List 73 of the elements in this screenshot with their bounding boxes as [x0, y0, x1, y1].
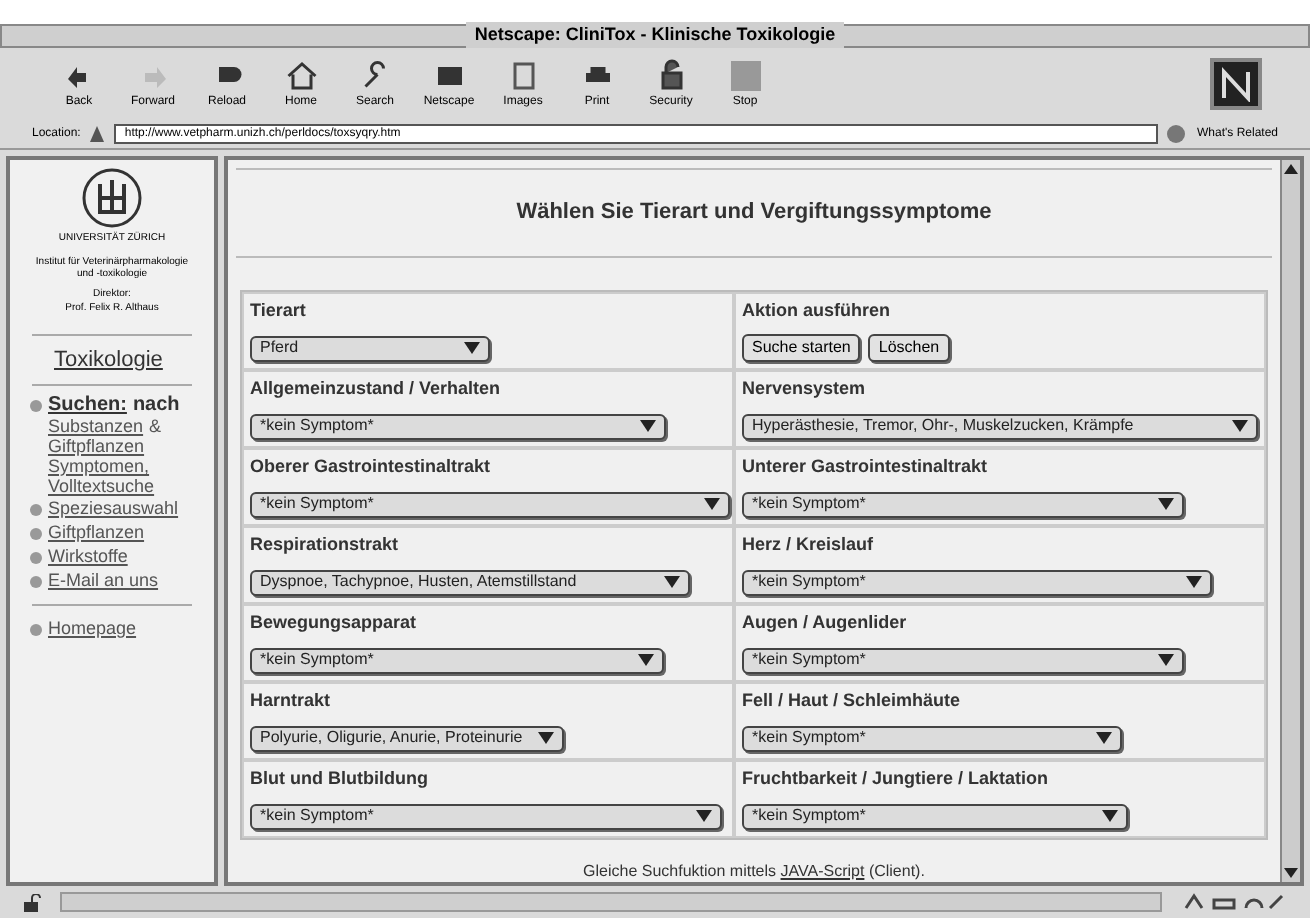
dropdown[interactable]: Hyperästhesie, Tremor, Ohr-, Muskelzucken, Krämpfe	[742, 413, 1258, 439]
field-label: Fell / Haut / Schleimhäute	[742, 689, 963, 709]
field-label: Bewegungsapparat	[250, 611, 419, 631]
dropdown-arrow-icon	[1158, 654, 1174, 666]
bullet-icon	[30, 552, 42, 564]
dropdown[interactable]: *kein Symptom*	[250, 491, 730, 517]
footer-note: Gleiche Suchfuktion mittels JAVA-Script (Client).	[581, 859, 927, 883]
dropdown[interactable]: *kein Symptom*	[742, 803, 1128, 829]
nav-sublink[interactable]: Symptomen,	[48, 456, 150, 476]
padlock-icon	[24, 893, 44, 911]
dropdown-arrow-icon	[1102, 810, 1118, 822]
field-label: Unterer Gastrointestinaltrakt	[742, 455, 990, 475]
dropdown-arrow-icon	[1158, 498, 1174, 510]
scroll-down-icon	[1282, 864, 1300, 882]
bullet-icon	[30, 400, 42, 412]
bullet-icon	[30, 624, 42, 636]
dropdown-arrow-icon	[696, 810, 712, 822]
scroll-up-icon	[1282, 160, 1300, 178]
field-label: Oberer Gastrointestinaltrakt	[250, 455, 493, 475]
dropdown[interactable]: Pferd	[250, 335, 490, 361]
dropdown-arrow-icon	[538, 732, 554, 744]
field-label: Blut und Blutbildung	[250, 767, 430, 787]
dropdown[interactable]: Polyurie, Oligurie, Anurie, Proteinurie	[250, 725, 564, 751]
dropdown-arrow-icon	[704, 498, 720, 510]
dropdown[interactable]: *kein Symptom*	[742, 491, 1184, 517]
field-label: Aktion ausführen	[742, 299, 893, 319]
nav-link[interactable]: Suchen:	[48, 394, 127, 416]
homepage-link[interactable]: Homepage	[48, 618, 137, 640]
nav-sublink[interactable]: Volltextsuche	[48, 476, 155, 496]
nav-sublink[interactable]: Substanzen	[48, 416, 144, 436]
dropdown[interactable]: *kein Symptom*	[742, 647, 1184, 673]
bullet-icon	[30, 504, 42, 516]
action-button[interactable]: Löschen	[868, 333, 950, 361]
nav-sublink[interactable]: Giftpflanzen	[48, 436, 145, 456]
page-title: Wählen Sie Tierart und Vergiftungssymptome	[514, 198, 994, 228]
dropdown-arrow-icon	[1232, 420, 1248, 432]
field-label: Respirationstrakt	[250, 533, 401, 553]
action-button[interactable]: Suche starten	[742, 333, 861, 361]
globe-icon	[1165, 124, 1189, 144]
javascript-link[interactable]: JAVA-Script	[780, 861, 865, 879]
field-label: Fruchtbarkeit / Jungtiere / Laktation	[742, 767, 1051, 787]
toxikologie-heading-link[interactable]: Toxikologie	[54, 343, 163, 376]
field-label: Tierart	[250, 299, 308, 319]
university-seal-icon	[82, 168, 142, 228]
dropdown[interactable]: *kein Symptom*	[250, 647, 664, 673]
dropdown-arrow-icon	[464, 342, 480, 354]
nav-link[interactable]: E-Mail an uns	[48, 570, 159, 592]
dropdown[interactable]: Dyspnoe, Tachypnoe, Husten, Atemstillstand	[250, 569, 690, 595]
bookmark-icon	[88, 124, 107, 144]
field-label: Herz / Kreislauf	[742, 533, 876, 553]
nav-suffix: nach	[132, 394, 180, 416]
window-title: Netscape: CliniTox - Klinische Toxikologie	[466, 22, 844, 50]
dropdown-arrow-icon	[638, 654, 654, 666]
dropdown-arrow-icon	[1186, 576, 1202, 588]
field-label: Allgemeinzustand / Verhalten	[250, 377, 503, 397]
field-label: Nervensystem	[742, 377, 868, 397]
dropdown[interactable]: *kein Symptom*	[742, 569, 1212, 595]
ampersand: &	[149, 416, 162, 436]
nav-link[interactable]: Wirkstoffe	[48, 546, 128, 568]
home-icon	[283, 57, 319, 93]
dropdown-arrow-icon	[664, 576, 680, 588]
bullet-icon	[30, 528, 42, 540]
dropdown-arrow-icon	[640, 420, 656, 432]
dropdown[interactable]: *kein Symptom*	[742, 725, 1122, 751]
netscape-logo	[1210, 58, 1262, 110]
nav-link[interactable]: Giftpflanzen	[48, 522, 145, 544]
dropdown-arrow-icon	[1096, 732, 1112, 744]
field-label: Augen / Augenlider	[742, 611, 909, 631]
dropdown[interactable]: *kein Symptom*	[250, 413, 666, 439]
nav-link[interactable]: Speziesauswahl	[48, 498, 179, 520]
bullet-icon	[30, 576, 42, 588]
dropdown[interactable]: *kein Symptom*	[250, 803, 722, 829]
field-label: Harntrakt	[250, 689, 333, 709]
